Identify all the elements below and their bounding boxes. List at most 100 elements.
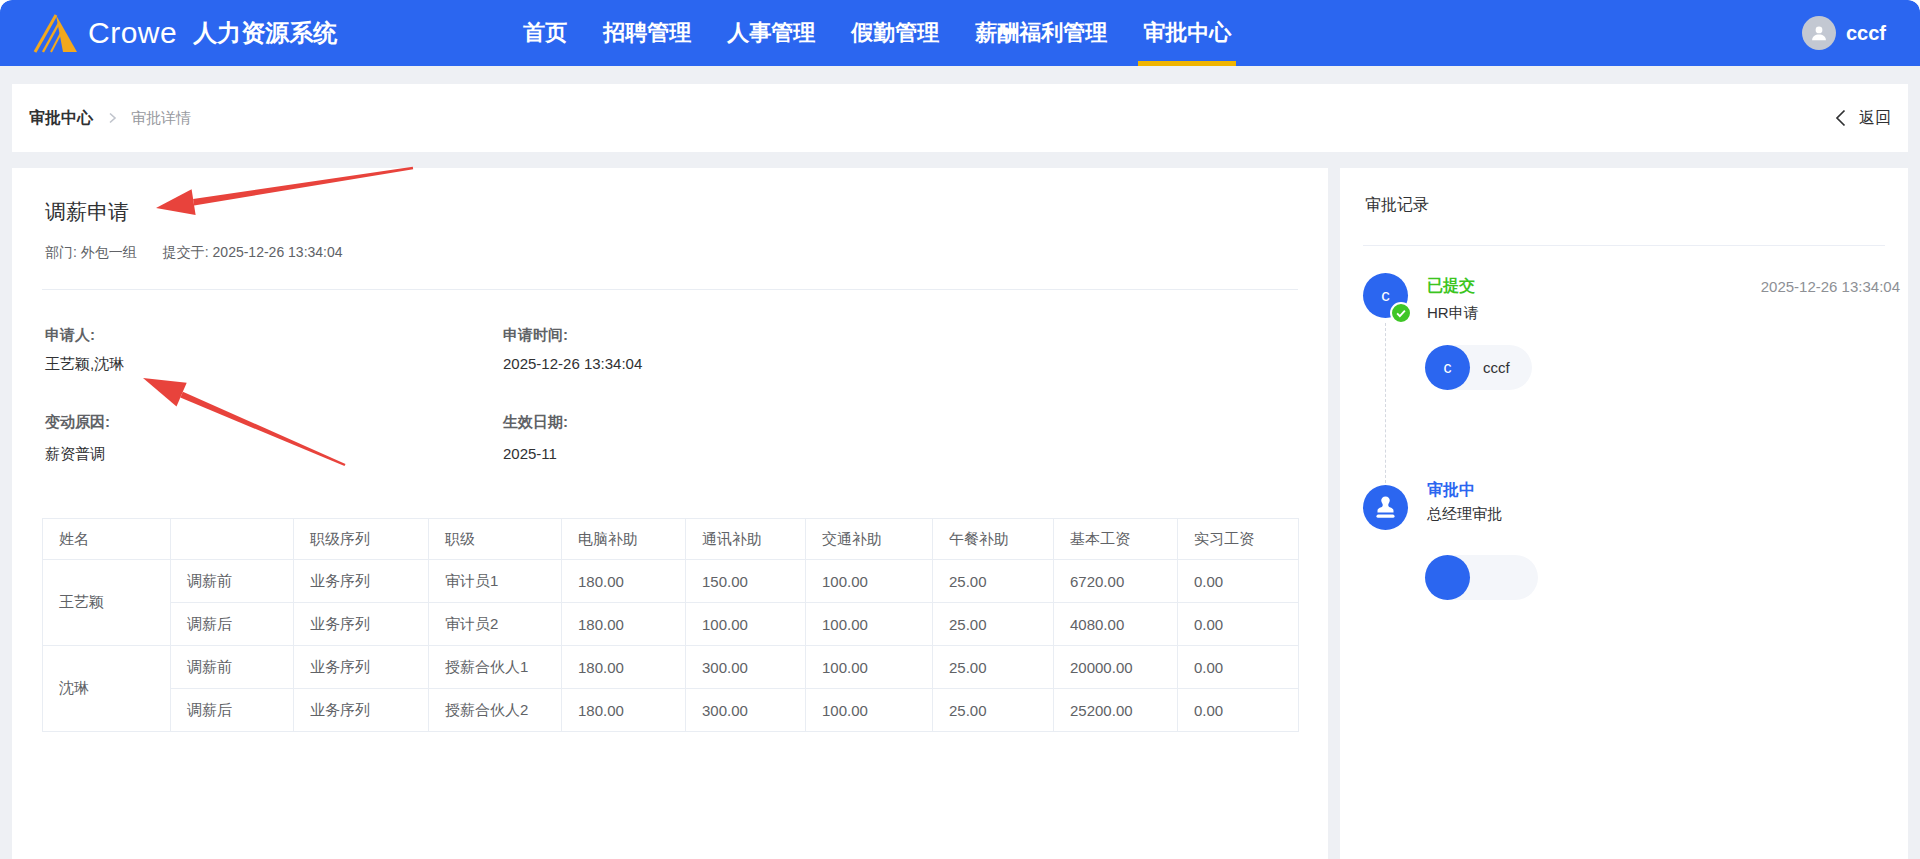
- main-nav: 首页招聘管理人事管理假勤管理薪酬福利管理审批中心: [523, 0, 1231, 66]
- table-cell: 调薪后: [171, 603, 294, 646]
- table-cell: 0.00: [1178, 646, 1299, 689]
- employee-name-cell: 沈琳: [43, 646, 171, 732]
- timeline-connector: [1385, 323, 1386, 483]
- breadcrumb-separator-icon: [105, 111, 119, 125]
- table-cell: 4080.00: [1054, 603, 1178, 646]
- table-cell: 100.00: [686, 603, 806, 646]
- table-header-row: 姓名职级序列职级电脑补助通讯补助交通补助午餐补助基本工资实习工资: [43, 519, 1299, 560]
- step-avatar: [1363, 485, 1408, 530]
- table-header-cell: 交通补助: [806, 519, 933, 560]
- user-menu[interactable]: cccf: [1802, 16, 1886, 50]
- table-cell: 业务序列: [294, 689, 429, 732]
- avatar-letter: c: [1381, 286, 1390, 306]
- field-label-effective-date: 生效日期:: [503, 413, 568, 432]
- field-label-change-reason: 变动原因:: [45, 413, 110, 432]
- step-status-submitted: 已提交: [1427, 276, 1475, 297]
- table-cell: 100.00: [806, 646, 933, 689]
- field-value-applicant: 王艺颖,沈琳: [45, 355, 124, 374]
- step-timestamp: 2025-12-26 13:34:04: [1761, 278, 1900, 295]
- nav-item[interactable]: 薪酬福利管理: [975, 0, 1107, 66]
- table-cell: 审计员1: [429, 560, 562, 603]
- approval-detail-card: 调薪申请 部门: 外包一组 提交于: 2025-12-26 13:34:04 申…: [12, 168, 1328, 859]
- approval-record-title: 审批记录: [1365, 195, 1429, 216]
- table-cell: 25.00: [933, 646, 1054, 689]
- salary-table: 姓名职级序列职级电脑补助通讯补助交通补助午餐补助基本工资实习工资 王艺颖调薪前业…: [42, 518, 1299, 732]
- department: 部门: 外包一组: [45, 244, 137, 262]
- divider: [1363, 245, 1885, 246]
- table-cell: 25.00: [933, 560, 1054, 603]
- person-icon: [1808, 22, 1830, 44]
- table-cell: 0.00: [1178, 560, 1299, 603]
- assignee-name: cccf: [1483, 359, 1510, 376]
- table-cell: 业务序列: [294, 646, 429, 689]
- table-cell: 20000.00: [1054, 646, 1178, 689]
- table-cell: 180.00: [562, 689, 686, 732]
- page: Crowe 人力资源系统 首页招聘管理人事管理假勤管理薪酬福利管理审批中心 cc…: [0, 0, 1920, 859]
- table-header-cell: 基本工资: [1054, 519, 1178, 560]
- username: cccf: [1846, 22, 1886, 45]
- table-cell: 25.00: [933, 689, 1054, 732]
- table-cell: 调薪后: [171, 689, 294, 732]
- table-row: 调薪后业务序列授薪合伙人2180.00300.00100.0025.002520…: [43, 689, 1299, 732]
- table-cell: 25200.00: [1054, 689, 1178, 732]
- nav-item[interactable]: 审批中心: [1143, 0, 1231, 66]
- field-value-effective-date: 2025-11: [503, 445, 557, 462]
- step-node-name: 总经理审批: [1427, 505, 1502, 524]
- brand[interactable]: Crowe 人力资源系统: [32, 13, 337, 53]
- pending-avatar: [1425, 555, 1470, 600]
- table-header-cell: 电脑补助: [562, 519, 686, 560]
- table-cell: 业务序列: [294, 603, 429, 646]
- table-cell: 业务序列: [294, 560, 429, 603]
- step-status-inprogress: 审批中: [1427, 480, 1475, 501]
- nav-item[interactable]: 招聘管理: [603, 0, 691, 66]
- field-value-change-reason: 薪资普调: [45, 445, 105, 464]
- assignee-avatar: c: [1425, 345, 1470, 390]
- request-title: 调薪申请: [45, 198, 129, 226]
- submitted-at: 提交于: 2025-12-26 13:34:04: [163, 244, 343, 262]
- table-row: 王艺颖调薪前业务序列审计员1180.00150.00100.0025.00672…: [43, 560, 1299, 603]
- table-cell: 25.00: [933, 603, 1054, 646]
- table-cell: 授薪合伙人1: [429, 646, 562, 689]
- chevron-left-icon: [1831, 108, 1851, 128]
- nav-item[interactable]: 首页: [523, 0, 567, 66]
- breadcrumb-bar: 审批中心 审批详情 返回: [12, 84, 1908, 152]
- table-header-cell: 实习工资: [1178, 519, 1299, 560]
- step-node-name: HR申请: [1427, 304, 1479, 323]
- system-title: 人力资源系统: [193, 17, 337, 49]
- table-cell: 180.00: [562, 603, 686, 646]
- table-header-cell: 职级: [429, 519, 562, 560]
- table-header-cell: 午餐补助: [933, 519, 1054, 560]
- table-cell: 100.00: [806, 689, 933, 732]
- avatar-letter: c: [1444, 359, 1452, 377]
- table-cell: 100.00: [806, 560, 933, 603]
- table-header-cell: 姓名: [43, 519, 171, 560]
- table-header-cell: 职级序列: [294, 519, 429, 560]
- top-navbar: Crowe 人力资源系统 首页招聘管理人事管理假勤管理薪酬福利管理审批中心 cc…: [0, 0, 1920, 66]
- user-avatar[interactable]: [1802, 16, 1836, 50]
- brand-name: Crowe: [88, 16, 177, 50]
- field-label-apply-time: 申请时间:: [503, 326, 568, 345]
- table-cell: 300.00: [686, 646, 806, 689]
- table-row: 沈琳调薪前业务序列授薪合伙人1180.00300.00100.0025.0020…: [43, 646, 1299, 689]
- table-cell: 300.00: [686, 689, 806, 732]
- back-button[interactable]: 返回: [1831, 108, 1891, 129]
- check-badge-icon: [1390, 302, 1412, 324]
- table-cell: 180.00: [562, 646, 686, 689]
- field-label-applicant: 申请人:: [45, 326, 95, 345]
- nav-item[interactable]: 人事管理: [727, 0, 815, 66]
- stamp-icon: [1370, 492, 1401, 523]
- pending-assignee-chip: [1425, 555, 1538, 600]
- request-meta: 部门: 外包一组 提交于: 2025-12-26 13:34:04: [45, 244, 343, 262]
- crowe-logo-icon: [32, 13, 78, 53]
- table-cell: 授薪合伙人2: [429, 689, 562, 732]
- table-cell: 调薪前: [171, 560, 294, 603]
- nav-item[interactable]: 假勤管理: [851, 0, 939, 66]
- table-cell: 0.00: [1178, 689, 1299, 732]
- employee-name-cell: 王艺颖: [43, 560, 171, 646]
- breadcrumb-root[interactable]: 审批中心: [29, 108, 93, 129]
- divider: [42, 289, 1298, 290]
- approval-record-card: 审批记录 c 已提交 HR申请 2025-12-26 13:34:04 c cc…: [1340, 168, 1908, 859]
- field-value-apply-time: 2025-12-26 13:34:04: [503, 355, 642, 372]
- table-cell: 调薪前: [171, 646, 294, 689]
- table-cell: 180.00: [562, 560, 686, 603]
